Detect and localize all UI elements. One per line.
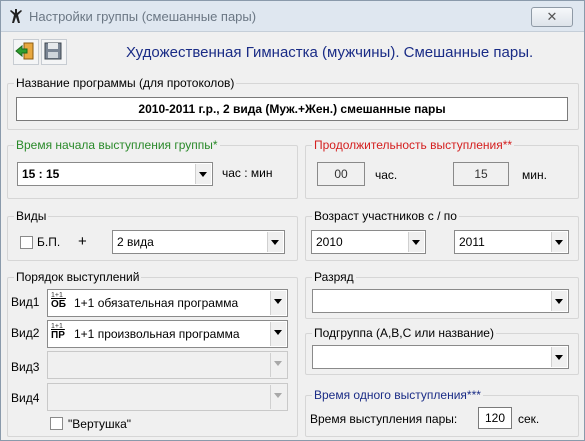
vertushka-label: "Вертушка" [68,417,132,431]
chevron-down-icon[interactable] [551,347,567,367]
chevron-down-icon[interactable] [270,322,286,346]
chevron-down-icon[interactable] [551,291,567,311]
chevron-down-icon[interactable] [270,353,286,377]
chevron-down-icon[interactable] [270,385,286,409]
order-row-1-value: 1+1 обязательная программа [74,296,239,310]
order-row-4-label: Вид4 [11,391,40,405]
program-name-legend: Название программы (для протоколов) [14,76,237,90]
bp-checkbox[interactable] [20,236,33,249]
exit-button[interactable] [13,39,39,65]
one-performance-label: Время выступления пары: [310,412,458,426]
order-row-3-select[interactable] [47,351,288,379]
title-bar: Настройки группы (смешанные пары) ✕ [1,1,584,32]
settings-window: Настройки группы (смешанные пары) ✕ Худо… [0,0,585,441]
chevron-down-icon[interactable] [270,291,286,315]
age-to-value: 2011 [459,235,485,249]
order-row-3-label: Вид3 [11,360,40,374]
vertushka-checkbox[interactable] [50,417,63,430]
order-row-2-select[interactable]: 1+1 ПР 1+1 произвольная программа [47,320,288,348]
bp-label: Б.П. [37,235,61,249]
rank-select[interactable] [312,289,569,313]
duration-legend: Продолжительность выступления** [312,138,515,152]
one-performance-unit: сек. [518,412,540,426]
types-legend: Виды [14,209,49,223]
age-group: Возраст участников с / по 2010 2011 [305,209,579,261]
subgroup-select[interactable] [312,345,569,369]
duration-minutes-field: 15 [453,162,509,186]
window-title: Настройки группы (смешанные пары) [29,9,257,24]
duration-minutes-label: мин. [522,168,547,182]
subgroup-legend: Подгруппа (A,B,C или название) [312,326,496,340]
one-performance-group: Время одного выступления*** Время выступ… [305,388,579,437]
age-from-value: 2010 [316,235,343,249]
plus-sign: + [78,233,87,250]
types-group: Виды Б.П. + 2 вида [7,209,298,261]
order-group: Порядок выступлений Вид1 1+1 ОБ 1+1 обяз… [7,270,298,437]
program-badge: 1+1 ОБ [51,292,70,310]
discipline-header: Художественная Гимнастка (мужчины). Смеш… [126,44,534,61]
start-time-legend: Время начала выступления группы* [14,138,220,152]
chevron-down-icon[interactable] [551,232,567,252]
order-row-2-label: Вид2 [11,326,40,340]
program-badge: 1+1 ПР [51,323,70,341]
start-time-value: 15 : 15 [22,167,60,181]
chevron-down-icon[interactable] [267,232,283,252]
chevron-down-icon[interactable] [195,164,211,184]
age-to-select[interactable]: 2011 [454,230,569,254]
order-row-2-value: 1+1 произвольная программа [74,327,240,341]
rank-legend: Разряд [312,270,356,284]
start-time-select[interactable]: 15 : 15 [17,162,213,186]
save-button[interactable] [41,39,67,65]
types-count-value: 2 вида [117,235,154,249]
chevron-down-icon[interactable] [408,232,424,252]
age-legend: Возраст участников с / по [312,209,459,223]
badge-bottom: ОБ [51,299,66,310]
start-time-group: Время начала выступления группы* 15 : 15… [7,138,298,199]
exit-icon [15,42,34,60]
one-performance-legend: Время одного выступления*** [312,388,483,402]
start-time-unit: час : мин [222,166,273,180]
badge-bottom: ПР [51,330,65,341]
program-name-value: 2010-2011 г.р., 2 вида (Муж.+Жен.) смеша… [138,102,446,116]
app-icon [8,8,24,24]
close-button[interactable]: ✕ [531,7,573,27]
duration-hours-label: час. [375,168,398,182]
program-name-group: Название программы (для протоколов) 2010… [7,76,579,130]
order-row-1-label: Вид1 [11,295,40,309]
types-count-select[interactable]: 2 вида [112,230,285,254]
subgroup-group: Подгруппа (A,B,C или название) [305,326,579,375]
floppy-disk-icon [44,42,62,60]
age-from-select[interactable]: 2010 [311,230,426,254]
one-performance-input[interactable]: 120 [478,407,512,429]
order-legend: Порядок выступлений [14,270,142,284]
order-row-4-select[interactable] [47,383,288,411]
program-name-input[interactable]: 2010-2011 г.р., 2 вида (Муж.+Жен.) смеша… [16,97,568,121]
duration-group: Продолжительность выступления** 00 час. … [305,138,579,199]
duration-hours-field: 00 [317,162,365,186]
order-row-1-select[interactable]: 1+1 ОБ 1+1 обязательная программа [47,289,288,317]
rank-group: Разряд [305,270,579,319]
